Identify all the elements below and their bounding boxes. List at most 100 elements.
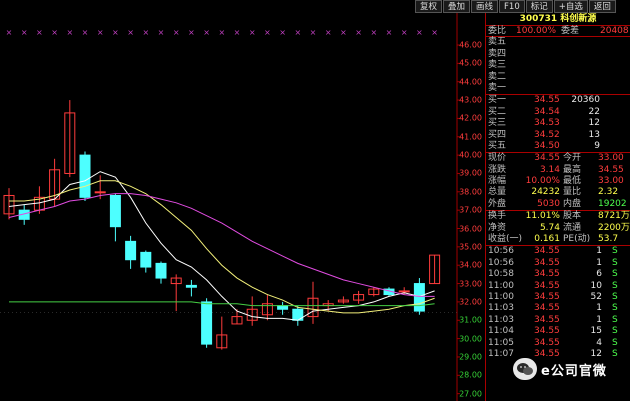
- tick-flag: S: [612, 280, 618, 291]
- sell-row: 卖一: [486, 83, 630, 94]
- top-marker: ×: [294, 28, 301, 37]
- tick-time: 11:04: [488, 326, 514, 337]
- tick-volume: 1: [596, 246, 602, 257]
- buy-label: 买一: [488, 95, 507, 106]
- tick-volume: 52: [590, 291, 602, 302]
- top-marker: ×: [127, 28, 134, 37]
- quote-value-2: 34.55: [598, 164, 624, 175]
- buy-label: 买五: [488, 140, 507, 151]
- tick-row: 11:00 34.55 10 S: [486, 281, 630, 292]
- buy-price: 34.53: [534, 118, 560, 129]
- tick-flag: S: [612, 314, 618, 325]
- top-marker: ×: [431, 28, 438, 37]
- stat-row: 净资 5.74 流通 2200万: [486, 223, 630, 234]
- watermark-text: e公司官微: [541, 363, 607, 379]
- stock-code: 300731: [519, 14, 558, 24]
- tick-time: 11:03: [488, 314, 514, 325]
- kline-chart[interactable]: × × × × × × × × × × × × × × × × × × × × × × × × × × × × × 46.00 45.00…: [0, 13, 485, 401]
- sell-label: 卖五: [488, 37, 507, 48]
- top-marker: ×: [173, 28, 180, 37]
- quote-value: 34.55: [534, 153, 560, 164]
- quote-value: 24232: [531, 187, 560, 198]
- tick-row: 10:56 34.55 1 S: [486, 246, 630, 257]
- candle-up: [398, 290, 410, 293]
- tick-time: 10:58: [488, 269, 514, 280]
- top-marker: ×: [401, 28, 408, 37]
- top-marker: ×: [21, 28, 28, 37]
- quote-value-2: 33.00: [598, 176, 624, 187]
- tick-flag: S: [612, 291, 618, 302]
- tick-row: 10:58 34.55 6 S: [486, 269, 630, 280]
- top-marker: ×: [82, 28, 89, 37]
- stat-value: 11.01%: [525, 211, 560, 222]
- candle-down: [140, 251, 152, 268]
- quote-label-2: 最高: [563, 164, 582, 175]
- candle-down: [155, 262, 167, 279]
- tick-volume: 10: [590, 280, 602, 291]
- add-watchlist-button[interactable]: +自选: [553, 0, 588, 13]
- stat-row: 换手 11.01% 股本 8721万: [486, 211, 630, 222]
- restore-rights-button[interactable]: 复权: [415, 0, 443, 13]
- ratio-value: 100.00%: [516, 26, 557, 36]
- buy-row: 买三 34.53 12: [486, 118, 630, 129]
- draw-line-button[interactable]: 画线: [471, 0, 499, 13]
- top-marker: ×: [6, 28, 13, 37]
- buy-label: 买四: [488, 129, 507, 140]
- tick-price: 34.55: [534, 337, 560, 348]
- tick-volume: 15: [590, 326, 602, 337]
- quote-row: 现价 34.55 今开 33.00: [486, 153, 630, 164]
- tick-row: 11:03 34.55 1 S: [486, 303, 630, 314]
- toolbar: 复权 叠加 画线 F10 标记 +自选 返回: [415, 0, 630, 13]
- back-button[interactable]: 返回: [588, 0, 616, 13]
- order-ratio-row: 委比 100.00% 委差 20408: [486, 26, 630, 38]
- buy-volume: 22: [588, 106, 600, 117]
- stat-value-2: 2200万: [598, 222, 630, 233]
- sell-label: 卖四: [488, 48, 507, 59]
- tick-volume: 4: [596, 337, 602, 348]
- tick-list: 10:56 34.55 1 S 10:56 34.55 1 S 10:58 34.55 6 S 11:0…: [486, 246, 630, 360]
- quote-row: 总量 24232 量比 2.32: [486, 187, 630, 198]
- buy-price: 34.55: [534, 95, 560, 106]
- sell-label: 卖二: [488, 71, 507, 82]
- share-stats: 换手 11.01% 股本 8721万 净资 5.74 流通 2200万 收益(一) 0.161 PE…: [486, 211, 630, 247]
- tick-volume: 1: [596, 303, 602, 314]
- stat-value-2: 53.7: [598, 234, 619, 245]
- tick-flag: S: [612, 246, 618, 257]
- tick-row: 11:03 34.55 1 S: [486, 315, 630, 326]
- quote-label: 涨跌: [488, 164, 507, 175]
- ratio-diff-value: 20408: [600, 26, 629, 36]
- quote-label: 总量: [488, 187, 507, 198]
- watermark: e公司官微: [513, 358, 607, 380]
- top-marker: ×: [325, 28, 332, 37]
- tick-time: 11:05: [488, 337, 514, 348]
- quote-value: 3.14: [539, 164, 560, 175]
- tick-flag: S: [612, 348, 618, 359]
- f10-button[interactable]: F10: [499, 0, 525, 13]
- buy-row: 买五 34.50 9: [486, 141, 630, 152]
- overlay-button[interactable]: 叠加: [443, 0, 471, 13]
- tick-price: 34.55: [534, 291, 560, 302]
- top-marker: ×: [310, 28, 317, 37]
- buy-price: 34.52: [534, 129, 560, 140]
- candle-down: [277, 305, 289, 310]
- tick-row: 11:05 34.55 4 S: [486, 338, 630, 349]
- buy-volume: 9: [594, 140, 600, 151]
- mark-button[interactable]: 标记: [525, 0, 553, 13]
- top-marker: ×: [249, 28, 256, 37]
- ratio-label: 委比: [488, 26, 507, 36]
- tick-flag: S: [612, 257, 618, 268]
- sell-row: 卖二: [486, 72, 630, 83]
- tick-time: 10:56: [488, 246, 514, 257]
- candle-down: [201, 301, 213, 345]
- ma-line-ma5: [8, 171, 435, 321]
- tick-flag: S: [612, 337, 618, 348]
- sell-row: 卖四: [486, 49, 630, 60]
- top-marker: ×: [340, 28, 347, 37]
- tick-row: 11:00 34.55 52 S: [486, 292, 630, 303]
- top-marker: ×: [142, 28, 149, 37]
- buy-volume: 20360: [571, 95, 600, 106]
- tick-time: 10:56: [488, 257, 514, 268]
- quote-panel: 300731 科创新源 委比 100.00% 委差 20408 卖五 卖四 卖三 卖二…: [485, 13, 630, 401]
- tick-volume: 1: [596, 257, 602, 268]
- candle-down: [79, 154, 91, 198]
